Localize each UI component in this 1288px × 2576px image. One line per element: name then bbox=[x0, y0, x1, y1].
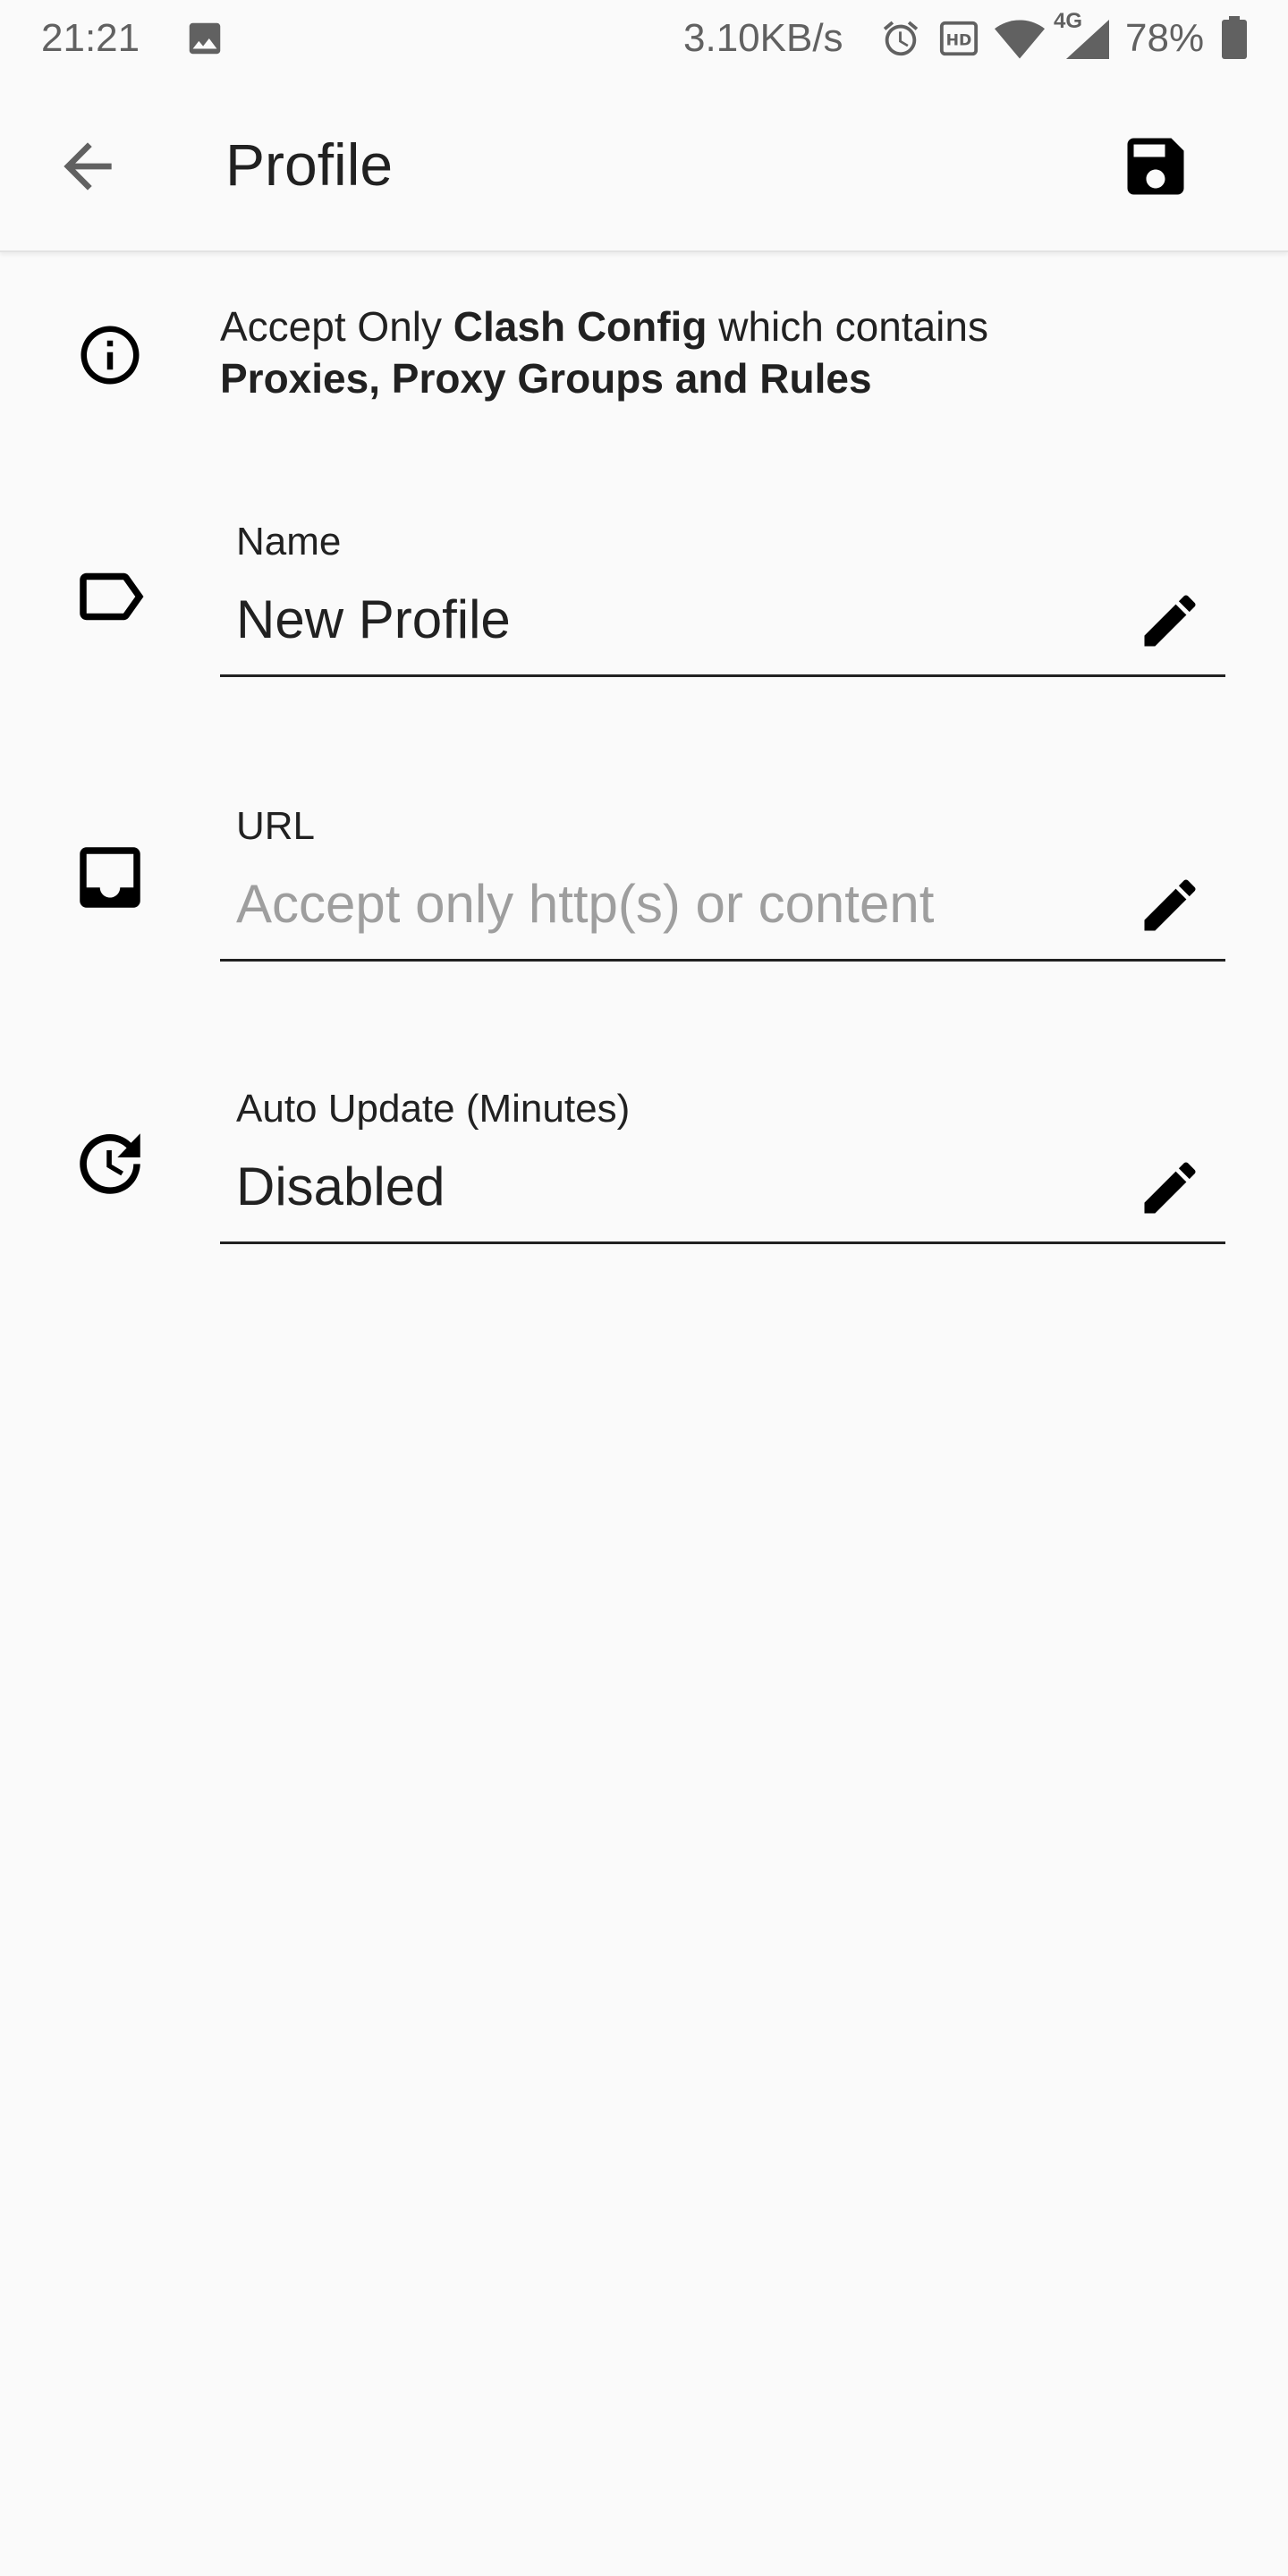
label-icon bbox=[80, 572, 144, 621]
url-underline bbox=[220, 959, 1225, 962]
wifi-icon bbox=[995, 20, 1045, 59]
tip-middle: which contains bbox=[707, 303, 988, 350]
svg-text:HD: HD bbox=[946, 32, 972, 50]
url-input[interactable]: Accept only http(s) or content bbox=[236, 871, 1095, 937]
tip-text: Accept Only Clash Config which contains … bbox=[220, 301, 1222, 404]
network-speed: 3.10KB/s bbox=[683, 16, 843, 60]
edit-name-icon[interactable] bbox=[1136, 587, 1204, 655]
info-icon bbox=[80, 326, 140, 385]
auto-update-underline bbox=[220, 1241, 1225, 1244]
status-bar: 21:21 3.10KB/s HD 4G 78% bbox=[0, 0, 1288, 79]
save-icon[interactable] bbox=[1118, 129, 1193, 204]
arrow-back-icon[interactable] bbox=[52, 131, 123, 202]
auto-update-input[interactable]: Disabled bbox=[236, 1154, 1095, 1220]
signal-icon bbox=[1066, 20, 1109, 59]
app-bar: Profile bbox=[0, 79, 1288, 252]
alarm-icon bbox=[883, 21, 919, 56]
url-field[interactable]: URL Accept only http(s) or content bbox=[0, 801, 1288, 998]
name-label: Name bbox=[236, 520, 342, 564]
update-clock-icon bbox=[80, 1133, 140, 1194]
page-title: Profile bbox=[225, 131, 394, 198]
name-underline bbox=[220, 674, 1225, 677]
edit-auto-update-icon[interactable] bbox=[1136, 1154, 1204, 1222]
image-icon bbox=[189, 22, 221, 55]
inbox-icon bbox=[80, 847, 140, 908]
auto-update-field[interactable]: Auto Update (Minutes) Disabled bbox=[0, 1084, 1288, 1281]
tip-prefix: Accept Only bbox=[220, 303, 453, 350]
battery-icon bbox=[1222, 16, 1247, 59]
battery-percent: 78% bbox=[1125, 16, 1205, 60]
tip-bold-config: Clash Config bbox=[453, 303, 708, 350]
tip-bold-contents: Proxies, Proxy Groups and Rules bbox=[220, 355, 872, 402]
name-input[interactable]: New Profile bbox=[236, 587, 1095, 653]
config-tip: Accept Only Clash Config which contains … bbox=[0, 295, 1288, 411]
status-time: 21:21 bbox=[41, 16, 140, 60]
url-label: URL bbox=[236, 804, 316, 848]
auto-update-label: Auto Update (Minutes) bbox=[236, 1087, 631, 1131]
name-field[interactable]: Name New Profile bbox=[0, 517, 1288, 714]
edit-url-icon[interactable] bbox=[1136, 871, 1204, 939]
hd-icon: HD bbox=[939, 21, 979, 56]
profile-screen: 21:21 3.10KB/s HD 4G 78% Profile Accept … bbox=[0, 0, 1288, 2576]
